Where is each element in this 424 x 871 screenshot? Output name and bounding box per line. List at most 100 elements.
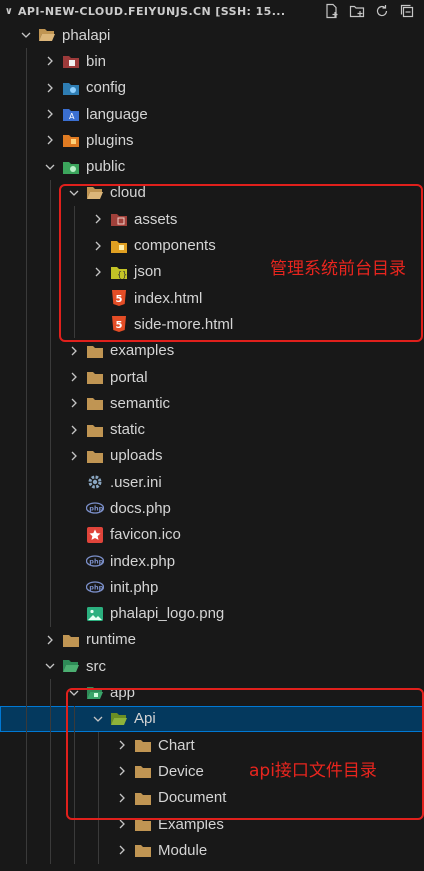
chevron-down-icon[interactable] (42, 658, 58, 674)
tree-file-row[interactable]: phalapi_logo.png (0, 600, 424, 627)
chevron-right-icon[interactable] (42, 632, 58, 648)
tree-file-row[interactable]: php docs.php (0, 495, 424, 522)
tree-item-label: phalapi_logo.png (110, 605, 225, 623)
indent-guide (26, 469, 27, 496)
tree-item-label: side-more.html (134, 315, 234, 333)
tree-folder-row[interactable]: static (0, 416, 424, 443)
chevron-right-icon[interactable] (42, 132, 58, 148)
tree-item-label: bin (86, 52, 107, 70)
chevron-down-icon[interactable] (66, 685, 82, 701)
tree-folder-row[interactable]: app (0, 679, 424, 706)
indent-guide (26, 547, 27, 575)
tree-folder-row[interactable]: Api (0, 705, 424, 733)
indent-guide (26, 705, 27, 733)
chevron-right-icon[interactable] (90, 238, 106, 254)
tree-folder-row[interactable]: Chart (0, 732, 424, 759)
chevron-right-icon[interactable] (114, 816, 130, 832)
tree-item-label: index.php (110, 552, 176, 570)
tree-file-row[interactable]: php init.php (0, 574, 424, 601)
tree-file-row[interactable]: 5 side-more.html (0, 311, 424, 338)
explorer-header[interactable]: ∨ API-NEW-CLOUD.FEIYUNJS.CN [SSH: 15... (0, 0, 424, 22)
chevron-right-icon[interactable] (90, 264, 106, 280)
tree-folder-row[interactable]: runtime (0, 626, 424, 654)
tree-folder-row[interactable]: phalapi (0, 22, 424, 48)
tree-folder-row[interactable]: assets (0, 206, 424, 233)
tree-folder-row[interactable]: Alanguage (0, 100, 424, 128)
app-folder-icon (86, 685, 104, 701)
twistie-spacer (66, 527, 82, 543)
tree-folder-row[interactable]: plugins (0, 127, 424, 154)
svg-text:php: php (89, 558, 103, 566)
tree-folder-row[interactable]: bin (0, 48, 424, 75)
star-icon (86, 526, 104, 543)
svg-text:php: php (89, 584, 103, 592)
chevron-right-icon[interactable] (66, 395, 82, 411)
config-folder-icon (62, 80, 80, 96)
refresh-icon[interactable] (371, 1, 393, 21)
new-file-icon[interactable] (321, 1, 343, 21)
indent-guide (26, 495, 27, 522)
indent-guide (26, 390, 27, 417)
tree-file-row[interactable]: php index.php (0, 547, 424, 575)
chevron-right-icon[interactable] (66, 448, 82, 464)
components-folder-icon (110, 238, 128, 254)
chevron-right-icon[interactable] (42, 53, 58, 69)
tree-item-label: runtime (86, 631, 137, 649)
indent-guide (26, 153, 27, 180)
chevron-right-icon[interactable] (114, 763, 130, 779)
tree-folder-row[interactable]: semantic (0, 390, 424, 417)
chevron-right-icon[interactable] (66, 343, 82, 359)
indent-guide (74, 837, 75, 864)
workspace-title: API-NEW-CLOUD.FEIYUNJS.CN [SSH: 15... (18, 4, 286, 18)
chevron-down-icon[interactable] (90, 711, 106, 727)
indent-guide (50, 337, 51, 364)
tree-folder-row[interactable]: uploads (0, 442, 424, 470)
tree-item-label: json (134, 263, 162, 281)
chevron-down-icon[interactable] (66, 185, 82, 201)
tree-folder-row[interactable]: Module (0, 837, 424, 864)
chevron-right-icon[interactable] (114, 842, 130, 858)
tree-file-row[interactable]: favicon.ico (0, 521, 424, 548)
indent-guide (26, 258, 27, 285)
chevron-right-icon[interactable] (90, 211, 106, 227)
tree-folder-row[interactable]: public (0, 153, 424, 180)
indent-guide (74, 810, 75, 838)
indent-guide (50, 758, 51, 785)
indent-guide (50, 416, 51, 443)
collapse-all-icon[interactable] (396, 1, 418, 21)
tree-item-label: portal (110, 368, 148, 386)
assets-folder-icon (110, 211, 128, 227)
tree-file-row[interactable]: 5 index.html (0, 284, 424, 312)
twistie-spacer (66, 500, 82, 516)
tree-folder-row[interactable]: portal (0, 363, 424, 391)
indent-guide (98, 732, 99, 759)
chevron-down-icon[interactable] (18, 27, 34, 43)
tree-folder-row[interactable]: Document (0, 784, 424, 811)
indent-guide (50, 469, 51, 496)
tree-folder-row[interactable]: src (0, 653, 424, 680)
twistie-spacer (90, 290, 106, 306)
svg-text:{}: {} (117, 270, 127, 279)
tree-folder-row[interactable]: config (0, 74, 424, 101)
json-folder-icon: {} (110, 264, 128, 280)
folder-icon (86, 395, 104, 411)
indent-guide (26, 206, 27, 233)
tree-file-row[interactable]: .user.ini (0, 469, 424, 496)
indent-guide (50, 679, 51, 706)
tree-item-label: init.php (110, 578, 159, 596)
tree-folder-row[interactable]: examples (0, 337, 424, 364)
indent-guide (74, 206, 75, 233)
new-folder-icon[interactable] (346, 1, 368, 21)
chevron-right-icon[interactable] (114, 790, 130, 806)
tree-item-label: Api (134, 710, 156, 728)
indent-guide (50, 495, 51, 522)
tree-folder-row[interactable]: cloud (0, 179, 424, 207)
chevron-right-icon[interactable] (42, 106, 58, 122)
collapse-chevron-icon[interactable]: ∨ (0, 6, 18, 17)
chevron-down-icon[interactable] (42, 159, 58, 175)
tree-folder-row[interactable]: Examples (0, 810, 424, 838)
chevron-right-icon[interactable] (114, 737, 130, 753)
chevron-right-icon[interactable] (66, 422, 82, 438)
chevron-right-icon[interactable] (66, 369, 82, 385)
chevron-right-icon[interactable] (42, 80, 58, 96)
